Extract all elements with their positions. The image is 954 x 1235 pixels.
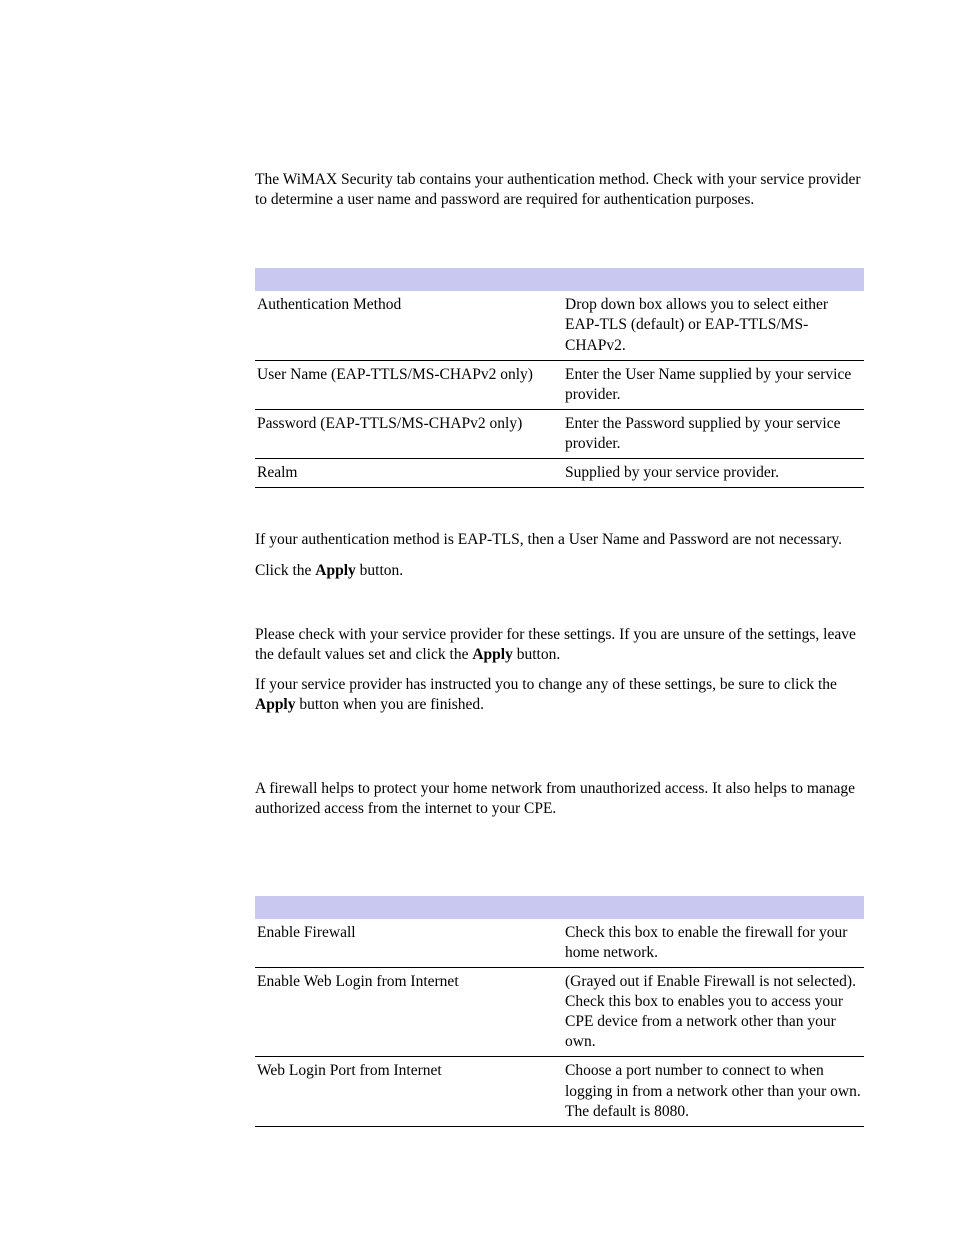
row-desc: Supplied by your service provider. bbox=[565, 463, 864, 483]
row-desc: Enter the User Name supplied by your ser… bbox=[565, 365, 864, 405]
table-row: User Name (EAP-TTLS/MS-CHAPv2 only) Ente… bbox=[255, 361, 864, 410]
apply-bold: Apply bbox=[472, 646, 513, 663]
table-row: Realm Supplied by your service provider. bbox=[255, 459, 864, 488]
text: Click the bbox=[255, 562, 315, 579]
table-header-band bbox=[255, 896, 864, 919]
text: button when you are finished. bbox=[296, 696, 485, 713]
row-desc: Choose a port number to connect to when … bbox=[565, 1061, 864, 1121]
text: button. bbox=[356, 562, 403, 579]
apply-bold: Apply bbox=[315, 562, 356, 579]
row-label: Enable Firewall bbox=[255, 923, 565, 963]
text: button. bbox=[513, 646, 560, 663]
paragraph-eap-tls: If your authentication method is EAP-TLS… bbox=[255, 530, 864, 550]
paragraph-instructed: If your service provider has instructed … bbox=[255, 675, 864, 715]
apply-bold: Apply bbox=[255, 696, 296, 713]
row-label: Password (EAP-TTLS/MS-CHAPv2 only) bbox=[255, 414, 565, 454]
firewall-table: Enable Firewall Check this box to enable… bbox=[255, 896, 864, 1127]
paragraph-check-provider: Please check with your service provider … bbox=[255, 625, 864, 665]
row-label: Authentication Method bbox=[255, 295, 565, 355]
row-desc: Drop down box allows you to select eithe… bbox=[565, 295, 864, 355]
row-desc: (Grayed out if Enable Firewall is not se… bbox=[565, 972, 864, 1053]
row-label: Web Login Port from Internet bbox=[255, 1061, 565, 1121]
row-desc: Check this box to enable the firewall fo… bbox=[565, 923, 864, 963]
table-row: Enable Web Login from Internet (Grayed o… bbox=[255, 968, 864, 1058]
table-row: Enable Firewall Check this box to enable… bbox=[255, 919, 864, 968]
row-label: User Name (EAP-TTLS/MS-CHAPv2 only) bbox=[255, 365, 565, 405]
table-row: Web Login Port from Internet Choose a po… bbox=[255, 1057, 864, 1126]
row-label: Realm bbox=[255, 463, 565, 483]
security-table: Authentication Method Drop down box allo… bbox=[255, 268, 864, 488]
paragraph-click-apply: Click the Apply button. bbox=[255, 561, 864, 581]
table-header-band bbox=[255, 268, 864, 291]
intro-text: The WiMAX Security tab contains your aut… bbox=[255, 170, 864, 210]
row-desc: Enter the Password supplied by your serv… bbox=[565, 414, 864, 454]
table-row: Authentication Method Drop down box allo… bbox=[255, 291, 864, 360]
firewall-intro: A firewall helps to protect your home ne… bbox=[255, 779, 864, 819]
row-label: Enable Web Login from Internet bbox=[255, 972, 565, 1053]
text: If your service provider has instructed … bbox=[255, 676, 837, 693]
table-row: Password (EAP-TTLS/MS-CHAPv2 only) Enter… bbox=[255, 410, 864, 459]
